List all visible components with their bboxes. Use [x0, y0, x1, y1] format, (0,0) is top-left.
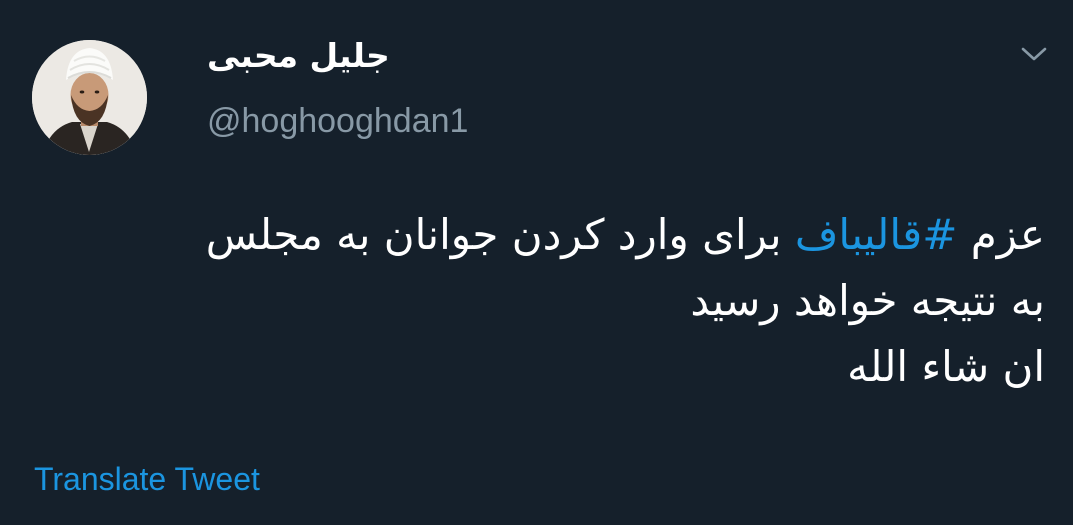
- hashtag-link[interactable]: #قالیباف: [795, 210, 958, 259]
- tweet-text-segment: عزم: [957, 210, 1045, 259]
- tweet-text-segment: برای وارد کردن جوانان به مجلس: [205, 210, 795, 259]
- tweet-text-line-1: عزم #قالیباف برای وارد کردن جوانان به مج…: [25, 202, 1045, 268]
- avatar-photo-icon: [32, 40, 147, 155]
- tweet-text-line-3: ان شاء الله: [847, 342, 1045, 391]
- chevron-down-icon: [1021, 47, 1047, 61]
- tweet-text: عزم #قالیباف برای وارد کردن جوانان به مج…: [25, 202, 1045, 400]
- display-name[interactable]: جلیل محبی: [207, 34, 390, 78]
- tweet-text-line-2: به نتیجه خواهد رسید: [690, 276, 1045, 325]
- avatar[interactable]: [32, 40, 147, 155]
- translate-tweet-link[interactable]: Translate Tweet: [34, 459, 260, 499]
- tweet-menu-button[interactable]: [1016, 36, 1052, 72]
- user-handle[interactable]: @hoghooghdan1: [207, 99, 468, 143]
- tweet-card: جلیل محبی @hoghooghdan1 عزم #قالیباف برا…: [0, 0, 1073, 525]
